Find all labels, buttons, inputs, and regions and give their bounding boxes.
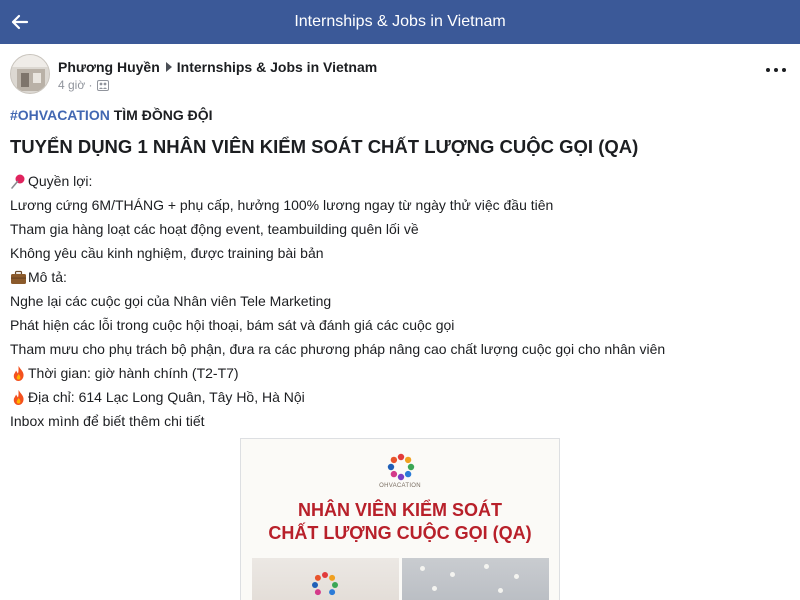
page-title: Internships & Jobs in Vietnam: [294, 13, 506, 30]
post-image[interactable]: OHVACATION NHÂN VIÊN KIỂM SOÁT CHẤT LƯỢN…: [240, 438, 560, 600]
post-body-line: Quyền lợi:: [10, 169, 790, 193]
caret-right-icon: [165, 62, 172, 72]
post-body-text: Nghe lại các cuộc gọi của Nhân viên Tele…: [10, 293, 332, 309]
post-body-text: Lương cứng 6M/THÁNG + phụ cấp, hưởng 100…: [10, 197, 554, 213]
briefcase-icon: [10, 269, 27, 286]
ceiling-light: [420, 566, 425, 571]
ceiling-light: [432, 586, 437, 591]
image-headline: NHÂN VIÊN KIỂM SOÁT CHẤT LƯỢNG CUỘC GỌI …: [241, 499, 559, 545]
post-body-line: Không yêu cầu kinh nghiệm, được training…: [10, 241, 790, 265]
post-meta: 4 giờ ·: [58, 78, 109, 92]
fire-icon: [10, 365, 27, 382]
post-body-text: Mô tả:: [28, 269, 67, 285]
fire-icon: [10, 389, 27, 406]
photo-right: [402, 558, 549, 600]
post-header: Phương Huyền Internships & Jobs in Vietn…: [0, 44, 800, 102]
hashtag-line: #OHVACATION TÌM ĐỒNG ĐỘI: [10, 107, 213, 123]
post-title: TUYỂN DỤNG 1 NHÂN VIÊN KIỂM SOÁT CHẤT LƯ…: [10, 136, 639, 157]
author-line: Phương Huyền Internships & Jobs in Vietn…: [58, 59, 377, 75]
image-headline-line-1: NHÂN VIÊN KIỂM SOÁT: [297, 500, 502, 520]
hashline-text: TÌM ĐỒNG ĐỘI: [109, 107, 213, 123]
post-body-line: Nghe lại các cuộc gọi của Nhân viên Tele…: [10, 289, 790, 313]
more-options-icon: [766, 68, 770, 72]
group-members-icon: [96, 79, 109, 91]
avatar-image: [11, 55, 49, 93]
ceiling-light: [450, 572, 455, 577]
image-headline-line-2: CHẤT LƯỢNG CUỘC GỌI (QA): [268, 523, 532, 543]
post-body-text: Thời gian: giờ hành chính (T2-T7): [28, 365, 239, 381]
avatar[interactable]: [10, 54, 50, 94]
post-body-line: Mô tả:: [10, 265, 790, 289]
post-body-line: Tham mưu cho phụ trách bộ phận, đưa ra c…: [10, 337, 790, 361]
post-body-line: Phát hiện các lỗi trong cuộc hội thoại, …: [10, 313, 790, 337]
author-name[interactable]: Phương Huyền: [58, 59, 160, 75]
group-name[interactable]: Internships & Jobs in Vietnam: [177, 59, 377, 75]
top-bar: Internships & Jobs in Vietnam: [0, 0, 800, 44]
more-dot: [782, 68, 786, 72]
ohvacation-logo: [387, 453, 415, 481]
post-body-text: Tham gia hàng loạt các hoạt động event, …: [10, 221, 419, 237]
ceiling-light: [498, 588, 503, 593]
logo-text: OHVACATION: [379, 483, 421, 489]
post-time[interactable]: 4 giờ ·: [58, 78, 93, 92]
post-body-line: Địa chỉ: 614 Lạc Long Quân, Tây Hồ, Hà N…: [10, 385, 790, 409]
post-body-line: Lương cứng 6M/THÁNG + phụ cấp, hưởng 100…: [10, 193, 790, 217]
pushpin-icon: [10, 173, 27, 190]
post-body: Quyền lợi: Lương cứng 6M/THÁNG + phụ cấp,…: [10, 169, 790, 433]
post-body-text: Tham mưu cho phụ trách bộ phận, đưa ra c…: [10, 341, 666, 357]
more-dot: [774, 68, 778, 72]
ceiling-light: [484, 564, 489, 569]
post-body-line: Inbox mình để biết thêm chi tiết: [10, 409, 790, 433]
post-body-text: Inbox mình để biết thêm chi tiết: [10, 413, 205, 429]
office-logo-photo: [312, 572, 338, 596]
more-options-button[interactable]: [766, 62, 786, 78]
post-body-text: Phát hiện các lỗi trong cuộc hội thoại, …: [10, 317, 455, 333]
hashtag-link[interactable]: #OHVACATION: [10, 107, 110, 123]
post-body-line: Thời gian: giờ hành chính (T2-T7): [10, 361, 790, 385]
post-body-line: Tham gia hàng loạt các hoạt động event, …: [10, 217, 790, 241]
ceiling-light: [514, 574, 519, 579]
post-body-text: Không yêu cầu kinh nghiệm, được training…: [10, 245, 324, 261]
post-body-text: Địa chỉ: 614 Lạc Long Quân, Tây Hồ, Hà N…: [28, 389, 305, 405]
photo-left: [252, 558, 399, 600]
post-body-text: Quyền lợi:: [28, 173, 93, 189]
